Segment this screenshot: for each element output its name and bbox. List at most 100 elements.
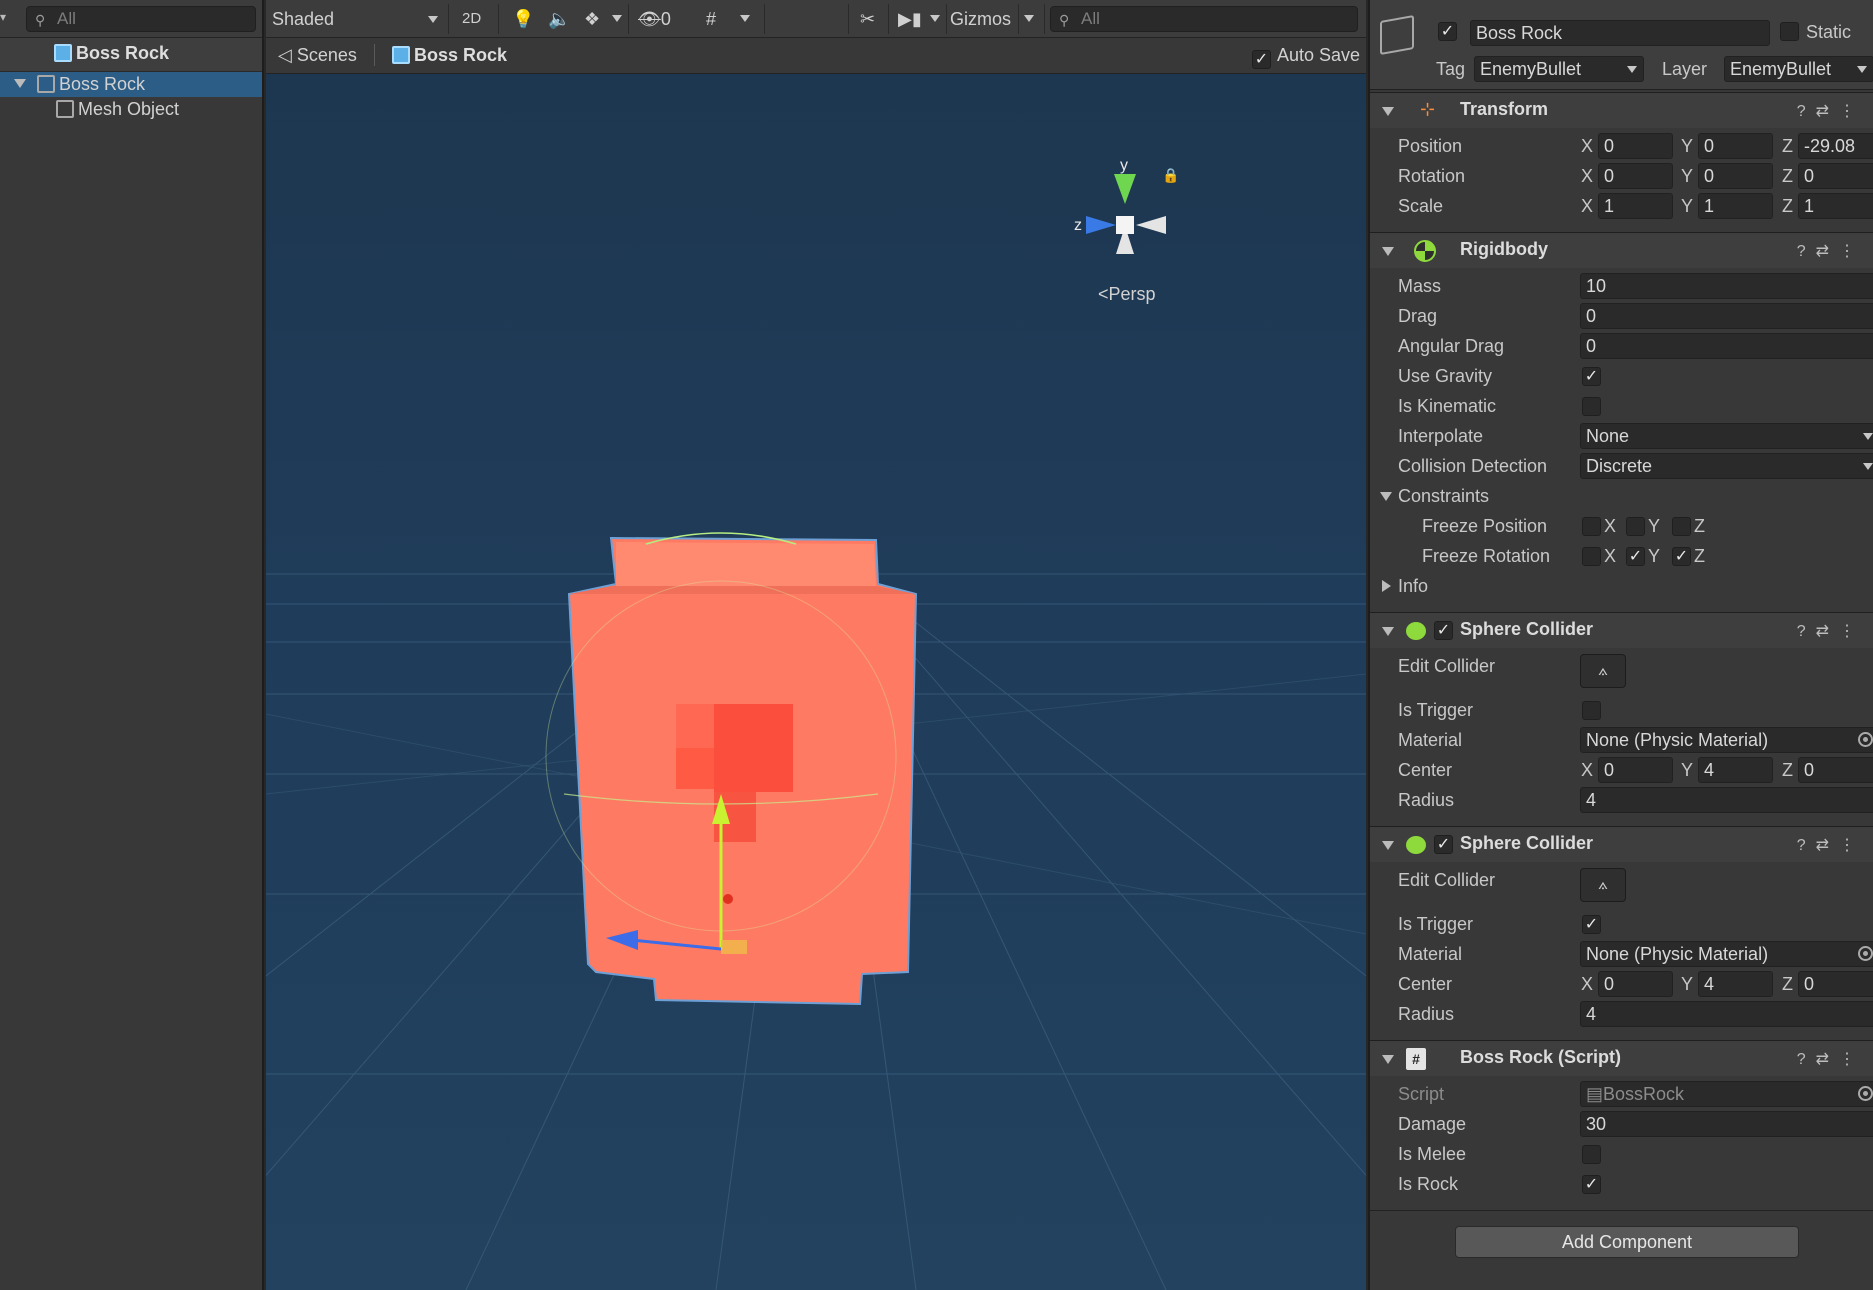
expand-triangle-icon[interactable] [14,79,26,88]
freeze-position-z-checkbox[interactable] [1672,517,1691,536]
freeze-position-y-checkbox[interactable] [1626,517,1645,536]
object-picker-icon[interactable] [1858,946,1873,961]
position-y-field[interactable]: 0 [1698,133,1773,159]
shading-mode-dropdown[interactable]: Shaded [272,6,442,32]
radius-field[interactable]: 4 [1580,787,1873,813]
transform-header[interactable]: ⊹ Transform ?⇄⋮ [1370,92,1873,128]
is-melee-checkbox[interactable] [1582,1145,1601,1164]
freeze-rotation-z-checkbox[interactable]: ✓ [1672,547,1691,566]
center-y-field[interactable]: 4 [1698,757,1773,783]
hierarchy-item-mesh-object[interactable]: Mesh Object [0,97,262,122]
active-checkbox[interactable]: ✓ [1438,22,1457,41]
auto-save-toggle[interactable]: ✓ Auto Save [1251,45,1360,69]
collapse-triangle-icon[interactable] [1382,247,1394,256]
breadcrumb-scenes[interactable]: ◁ Scenes [278,45,357,66]
collapse-triangle-icon[interactable] [1382,841,1394,850]
scale-y-field[interactable]: 1 [1698,193,1773,219]
breadcrumb-current[interactable]: Boss Rock [392,45,507,66]
damage-field[interactable]: 30 [1580,1111,1873,1137]
freeze-rotation-x-checkbox[interactable] [1582,547,1601,566]
component-menu-icons[interactable]: ?⇄⋮ [1797,241,1865,261]
lighting-toggle-icon[interactable]: 💡 [512,6,534,32]
gizmos-button[interactable]: Gizmos [950,6,1011,32]
component-menu-icons[interactable]: ?⇄⋮ [1797,835,1865,855]
tag-dropdown[interactable]: EnemyBullet [1474,56,1644,82]
sphere-collider-1-header[interactable]: ✓ Sphere Collider ?⇄⋮ [1370,612,1873,648]
interpolate-dropdown[interactable]: None [1580,423,1873,449]
material-field[interactable]: None (Physic Material) [1580,727,1873,753]
component-menu-icons[interactable]: ?⇄⋮ [1797,1049,1865,1069]
camera-dropdown[interactable] [930,6,940,32]
hierarchy-item-boss-rock[interactable]: Boss Rock [0,72,262,97]
rotation-x-field[interactable]: 0 [1598,163,1673,189]
auto-save-checkbox[interactable]: ✓ [1251,50,1271,69]
center-z-field[interactable]: 0 [1798,757,1873,783]
center-z-field[interactable]: 0 [1798,971,1873,997]
camera-icon[interactable]: ▶▮ [898,6,922,32]
info-expand-icon[interactable] [1382,580,1391,592]
audio-toggle-icon[interactable]: 🔈 [548,6,570,32]
sphere-collider-2-header[interactable]: ✓ Sphere Collider ?⇄⋮ [1370,826,1873,862]
drag-field[interactable]: 0 [1580,303,1873,329]
use-gravity-checkbox[interactable]: ✓ [1582,367,1601,386]
scene-visibility-toggle[interactable]: 👁0 [638,6,671,32]
center-x-field[interactable]: 0 [1598,971,1673,997]
script-header[interactable]: # Boss Rock (Script) ?⇄⋮ [1370,1040,1873,1076]
scale-x-field[interactable]: 1 [1598,193,1673,219]
sphere-collider-1-enabled-checkbox[interactable]: ✓ [1434,621,1453,640]
toggle-2d-button[interactable]: 2D [462,6,481,32]
scene-viewport[interactable]: y z 🔒 <Persp [266,74,1366,1290]
component-menu-icons[interactable]: ?⇄⋮ [1797,621,1865,641]
is-rock-label: Is Rock [1398,1174,1459,1194]
rigidbody-header[interactable]: Rigidbody ?⇄⋮ [1370,232,1873,268]
hierarchy-search-input[interactable]: ⚲ All [26,6,256,32]
create-dropdown-icon[interactable]: ▾ [0,10,6,24]
tools-icon[interactable]: ✂ [860,6,875,32]
sphere-collider-2-enabled-checkbox[interactable]: ✓ [1434,835,1453,854]
effects-toggle-icon[interactable]: ❖ [584,6,600,32]
material-field[interactable]: None (Physic Material) [1580,941,1873,967]
center-y-field[interactable]: 4 [1698,971,1773,997]
scene-search-input[interactable]: ⚲ All [1050,6,1358,32]
edit-collider-button[interactable]: ⟑ [1580,868,1626,902]
is-rock-checkbox[interactable]: ✓ [1582,1175,1601,1194]
position-z-field[interactable]: -29.08 [1798,133,1873,159]
grid-toggle-icon[interactable]: # [706,6,716,32]
layer-dropdown[interactable]: EnemyBullet [1724,56,1873,82]
scene-header[interactable]: Boss Rock [0,38,262,72]
freeze-position-label: Freeze Position [1422,516,1548,536]
object-picker-icon[interactable] [1858,732,1873,747]
collapse-triangle-icon[interactable] [1382,1055,1394,1064]
rotation-y-field[interactable]: 0 [1698,163,1773,189]
rotation-z-field[interactable]: 0 [1798,163,1873,189]
lock-icon[interactable]: 🔒 [1162,167,1179,184]
object-name-input[interactable]: Boss Rock [1470,20,1770,46]
angular-drag-field[interactable]: 0 [1580,333,1873,359]
is-trigger-checkbox[interactable]: ✓ [1582,915,1601,934]
boss-rock-mesh[interactable] [545,532,918,1006]
position-x-field[interactable]: 0 [1598,133,1673,159]
constraints-expand-icon[interactable] [1380,492,1392,501]
freeze-rotation-y-checkbox[interactable]: ✓ [1626,547,1645,566]
projection-toggle[interactable]: <Persp [1098,284,1156,304]
add-component-button[interactable]: Add Component [1455,1226,1799,1258]
edit-collider-button[interactable]: ⟑ [1580,654,1626,688]
center-x-field[interactable]: 0 [1598,757,1673,783]
static-checkbox[interactable] [1780,22,1799,41]
collapse-triangle-icon[interactable] [1382,627,1394,636]
component-menu-icons[interactable]: ?⇄⋮ [1797,101,1865,121]
freeze-position-x-checkbox[interactable] [1582,517,1601,536]
scale-z-field[interactable]: 1 [1798,193,1873,219]
scene-canvas[interactable]: y z 🔒 <Persp [266,74,1366,1290]
mass-field[interactable]: 10 [1580,273,1873,299]
orientation-gizmo[interactable]: y z [1074,157,1166,254]
collision-detection-dropdown[interactable]: Discrete [1580,453,1873,479]
is-trigger-checkbox[interactable] [1582,701,1601,720]
is-kinematic-checkbox[interactable] [1582,397,1601,416]
inspector-panel: ✓ Boss Rock Static Tag EnemyBullet Layer… [1368,0,1873,1290]
radius-field[interactable]: 4 [1580,1001,1873,1027]
grid-dropdown[interactable] [740,6,750,32]
gizmos-dropdown[interactable] [1024,6,1034,32]
collapse-triangle-icon[interactable] [1382,107,1394,116]
effects-dropdown[interactable] [612,6,622,32]
